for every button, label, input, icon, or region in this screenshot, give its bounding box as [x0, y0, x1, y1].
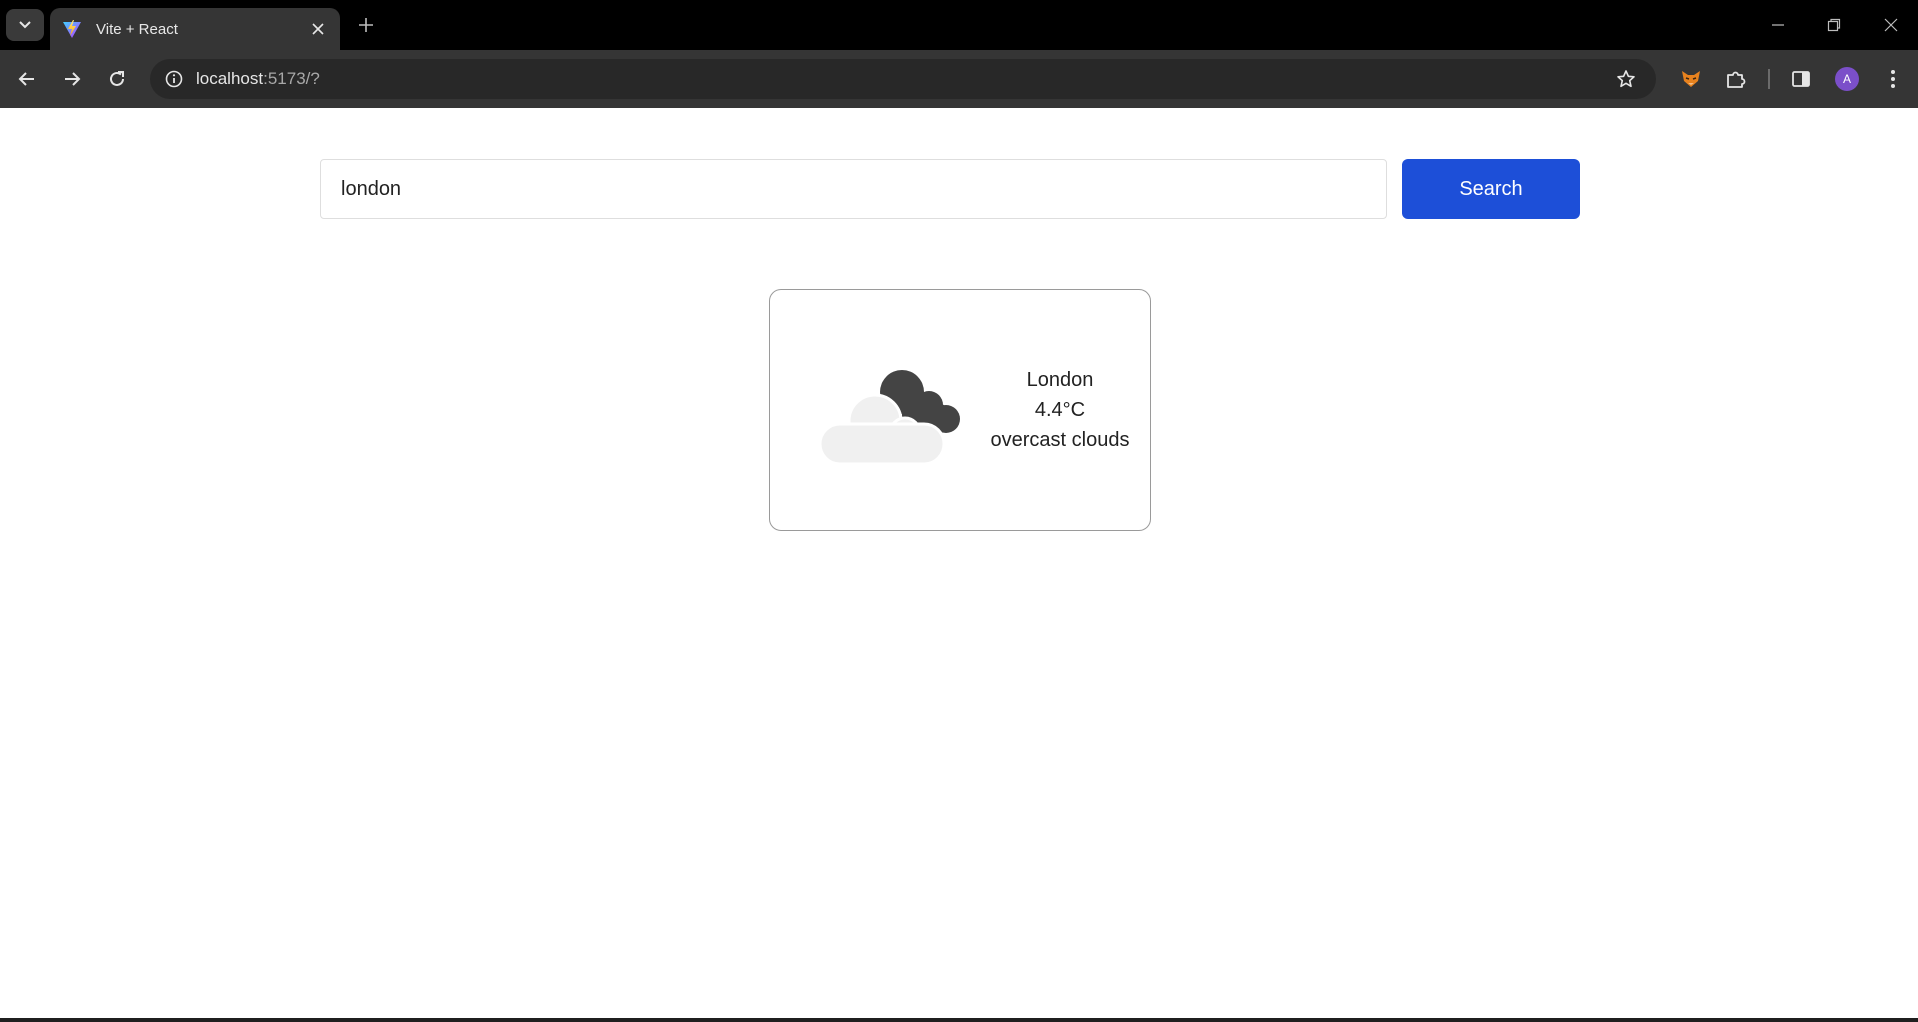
- side-panel-icon[interactable]: [1786, 64, 1816, 94]
- window-close-icon[interactable]: [1878, 12, 1904, 38]
- star-icon[interactable]: [1612, 65, 1640, 93]
- url-host: localhost: [196, 69, 264, 88]
- avatar: A: [1835, 67, 1859, 91]
- info-icon[interactable]: [160, 65, 188, 93]
- overcast-clouds-icon: [818, 370, 960, 466]
- chevron-down-icon: [19, 21, 31, 29]
- more-vert-icon[interactable]: [1878, 64, 1908, 94]
- url-path: :5173/?: [263, 69, 320, 88]
- toolbar-divider: [1768, 69, 1770, 89]
- url-text: localhost:5173/?: [196, 69, 320, 89]
- profile-avatar[interactable]: A: [1832, 64, 1862, 94]
- browser-toolbar: localhost:5173/? A: [0, 50, 1918, 108]
- temperature: 4.4°C: [1034, 399, 1086, 421]
- address-bar[interactable]: localhost:5173/?: [150, 59, 1656, 99]
- fox-extension-icon[interactable]: [1676, 64, 1706, 94]
- reload-icon[interactable]: [101, 63, 133, 95]
- city-name: London: [1026, 369, 1094, 391]
- weather-description: overcast clouds: [990, 429, 1130, 451]
- vite-favicon-icon: [62, 19, 82, 39]
- taskbar-edge: [0, 1018, 1918, 1022]
- forward-icon[interactable]: [56, 63, 88, 95]
- page-viewport: Search London 4.4°C overcast clouds: [0, 108, 1918, 1018]
- weather-card: London 4.4°C overcast clouds: [769, 289, 1151, 531]
- tab-title: Vite + React: [96, 20, 178, 38]
- tab-close-icon[interactable]: [306, 17, 330, 41]
- new-tab-plus-icon[interactable]: [352, 11, 380, 39]
- search-button[interactable]: Search: [1402, 159, 1580, 219]
- puzzle-extensions-icon[interactable]: [1721, 64, 1751, 94]
- minimize-icon[interactable]: [1765, 12, 1791, 38]
- tab-search-button[interactable]: [6, 9, 44, 41]
- restore-icon[interactable]: [1821, 12, 1847, 38]
- weather-info: London 4.4°C overcast clouds: [985, 365, 1135, 455]
- browser-tab[interactable]: Vite + React: [50, 8, 340, 50]
- back-icon[interactable]: [11, 63, 43, 95]
- browser-titlebar: Vite + React: [0, 0, 1918, 50]
- city-search-input[interactable]: [320, 159, 1387, 219]
